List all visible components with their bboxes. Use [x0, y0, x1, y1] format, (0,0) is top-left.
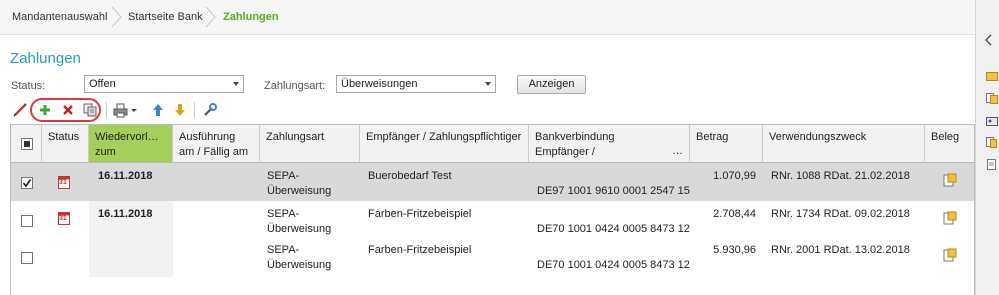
column-header-label: Zahlungsart	[266, 131, 325, 143]
calendar-icon[interactable]: 31	[58, 212, 70, 225]
zahlungsart-cell: SEPA-	[267, 244, 300, 256]
collapse-panel-icon[interactable]	[984, 34, 994, 49]
breadcrumb-item-startseite-bank[interactable]: Startseite Bank	[128, 11, 203, 23]
print-icon[interactable]	[113, 102, 139, 118]
column-more-indicator: …	[672, 145, 683, 157]
calendar-day: 31	[59, 215, 67, 222]
empfaenger-cell: Farben-Fritzebeispiel	[368, 208, 472, 220]
verwendungszweck-cell: RNr. 1734 RDat. 09.02.2018	[771, 208, 910, 220]
wiedervorlage-date: 16.11.2018	[98, 208, 153, 220]
iban-cell: DE97 1001 9610 0001 2547 15	[537, 185, 690, 197]
status-select[interactable]: Offen	[84, 75, 244, 93]
zahlungsart-select[interactable]: Überweisungen	[336, 75, 496, 93]
column-header-status[interactable]: Status	[42, 125, 89, 163]
zahlungsart-cell: SEPA-	[267, 208, 300, 220]
verwendungszweck-cell: RNr. 2001 RDat. 13.02.2018	[771, 244, 910, 256]
empfaenger-cell: Buerobedarf Test	[368, 170, 452, 182]
settings-wrench-icon[interactable]	[202, 102, 218, 118]
column-header-label: Verwendungszweck	[769, 131, 867, 143]
iban-cell: DE70 1001 0424 0005 8473 12	[537, 223, 690, 235]
betrag-cell: 1.070,99	[713, 170, 756, 182]
breadcrumb-item-zahlungen: Zahlungen	[223, 11, 279, 23]
select-all-header[interactable]	[11, 125, 42, 163]
betrag-cell: 2.708,44	[713, 208, 756, 220]
betrag-cell: 5.930,96	[713, 244, 756, 256]
anzeigen-button[interactable]: Anzeigen	[517, 75, 586, 94]
move-down-icon[interactable]	[172, 102, 188, 118]
row-checkbox[interactable]	[21, 252, 33, 264]
zahlungsart-label: Zahlungsart:	[264, 80, 326, 92]
zahlungsart-cell: Überweisung	[267, 259, 332, 271]
chevron-down-icon	[233, 82, 239, 86]
copy-icon[interactable]	[82, 102, 98, 118]
breadcrumb-item-mandantenauswahl[interactable]: Mandantenauswahl	[12, 11, 107, 23]
page-title: Zahlungen	[10, 50, 81, 67]
wiedervorlage-date: 16.11.2018	[98, 170, 153, 182]
verwendungszweck-cell: RNr. 1088 RDat. 21.02.2018	[771, 170, 910, 182]
calendar-day: 31	[59, 179, 67, 186]
column-header-label: am / Fällig am	[179, 146, 249, 158]
document-attach-icon[interactable]	[943, 173, 957, 187]
id-card-icon[interactable]	[986, 116, 998, 127]
column-header-verwendungszweck[interactable]: Verwendungszweck	[763, 125, 925, 163]
status-select-value: Offen	[89, 78, 116, 90]
column-header-betrag[interactable]: Betrag	[690, 125, 763, 163]
breadcrumb-separator-icon	[204, 6, 218, 28]
delete-icon[interactable]	[60, 102, 76, 118]
move-up-icon[interactable]	[150, 102, 166, 118]
document-attach-icon[interactable]	[943, 248, 957, 262]
column-header-label: Empfänger / Zahlungspflichtiger	[366, 131, 522, 143]
row-checkbox[interactable]	[21, 177, 33, 189]
column-header-empfaenger[interactable]: Empfänger / Zahlungspflichtiger	[360, 125, 529, 163]
column-header-label: Bankverbindung	[535, 131, 615, 143]
document-attach-icon[interactable]	[943, 211, 957, 225]
document-copy-icon[interactable]	[986, 137, 998, 148]
chevron-down-icon	[485, 82, 491, 86]
column-header-label: Beleg	[931, 131, 960, 143]
table-row[interactable]: 31 16.11.2018 SEPA- Überweisung Farben-F…	[11, 201, 974, 239]
payments-table: Status Wiedervorl… zum Ausführung am / F…	[10, 124, 975, 295]
column-header-beleg[interactable]: Beleg	[925, 125, 974, 163]
row-checkbox[interactable]	[21, 215, 33, 227]
table-row[interactable]: 31 16.11.2018 SEPA- Überweisung Buerobed…	[11, 163, 974, 201]
calendar-icon[interactable]: 31	[58, 176, 70, 189]
folder-icon[interactable]	[986, 70, 998, 81]
zahlungsart-cell: Überweisung	[267, 223, 332, 235]
add-icon[interactable]	[37, 102, 53, 118]
breadcrumb: Mandantenauswahl Startseite Bank Zahlung…	[0, 0, 975, 35]
column-header-label: Empfänger /	[535, 146, 595, 158]
column-header-zahlungsart[interactable]: Zahlungsart	[260, 125, 360, 163]
column-header-label: Status	[48, 131, 80, 143]
empfaenger-cell: Farben-Fritzebeispiel	[368, 244, 472, 256]
zahlungsart-select-value: Überweisungen	[341, 78, 418, 90]
zahlungsart-cell: SEPA-	[267, 170, 300, 182]
table-row[interactable]: SEPA- Überweisung Farben-Fritzebeispiel …	[11, 239, 974, 277]
clipboard-icon[interactable]	[986, 159, 998, 170]
column-header-bankverbindung[interactable]: Bankverbindung Empfänger / …	[529, 125, 690, 163]
breadcrumb-separator-icon	[110, 6, 124, 28]
toolbar-divider	[106, 102, 107, 118]
select-all-checkbox[interactable]	[21, 138, 33, 150]
edit-icon[interactable]	[12, 102, 28, 118]
documents-icon[interactable]	[986, 93, 998, 104]
status-label: Status:	[11, 80, 46, 92]
column-header-label: Wiedervorl…	[95, 131, 159, 143]
iban-cell: DE70 1001 0424 0005 8473 12	[537, 259, 690, 271]
column-header-ausfuehrung[interactable]: Ausführung am / Fällig am	[173, 125, 260, 163]
column-header-label: Betrag	[696, 131, 729, 143]
column-header-wiedervorlage[interactable]: Wiedervorl… zum	[89, 125, 173, 163]
column-header-label: Ausführung	[179, 131, 236, 143]
column-header-label: zum	[95, 146, 116, 158]
zahlungsart-cell: Überweisung	[267, 185, 332, 197]
toolbar-divider	[194, 102, 195, 118]
right-side-panel	[975, 0, 999, 295]
